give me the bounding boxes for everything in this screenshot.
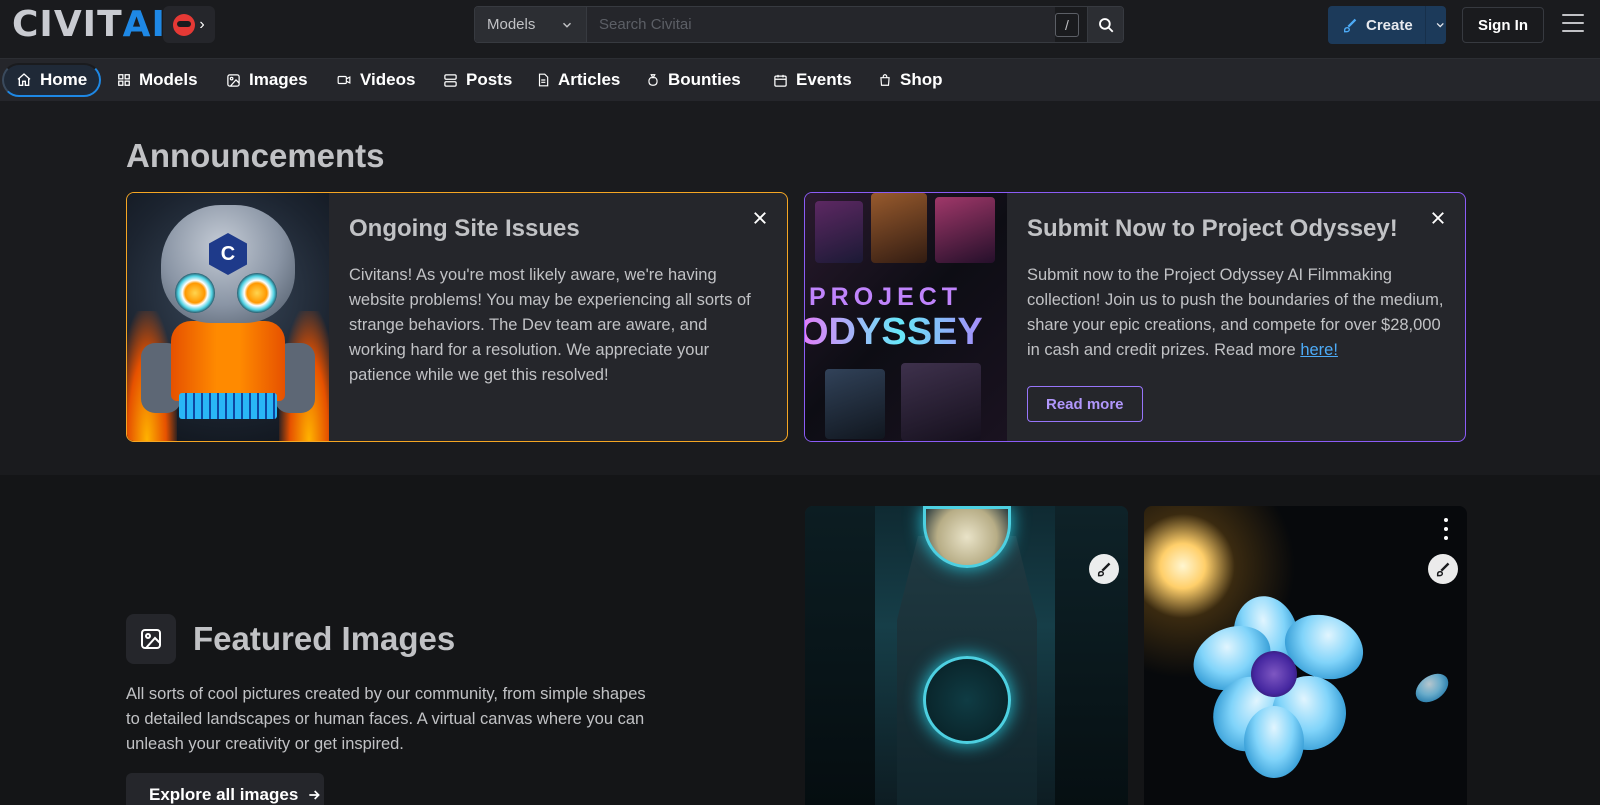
announcements-section: Announcements C Ongoing Site Issues Civi…	[0, 101, 1600, 475]
civitai-logo[interactable]: CIVIT AI	[12, 7, 166, 43]
top-header: CIVITAI › Models / Create Sign In	[0, 0, 1600, 59]
odyssey-text-top: PROJECT	[809, 283, 963, 311]
announcement-body: Civitans! As you're most likely aware, w…	[349, 266, 751, 384]
tab-articles[interactable]: Articles	[524, 63, 632, 97]
more-options-icon[interactable]	[1443, 518, 1449, 540]
featured-icon-box	[126, 614, 176, 664]
tab-label: Shop	[900, 70, 943, 89]
close-icon[interactable]	[1429, 209, 1447, 227]
announcements-title: Announcements	[126, 137, 385, 174]
featured-title: Featured Images	[193, 620, 456, 657]
search-shortcut-hint: /	[1055, 13, 1079, 37]
money-bag-icon	[648, 74, 658, 86]
explore-all-images-button[interactable]: Explore all images	[126, 773, 324, 805]
brush-icon	[1436, 562, 1450, 577]
announcement-card-site-issues: C Ongoing Site Issues Civitans! As you'r…	[126, 192, 788, 442]
create-button[interactable]: Create	[1328, 6, 1446, 44]
tab-videos[interactable]: Videos	[324, 63, 427, 97]
brush-icon	[1343, 18, 1357, 33]
project-odyssey-image: PROJECT ODYSSEY	[805, 193, 1007, 441]
tab-shop[interactable]: Shop	[866, 63, 955, 97]
tab-label: Images	[249, 70, 308, 89]
search-button[interactable]	[1087, 7, 1123, 42]
file-text-icon	[538, 73, 549, 87]
sign-in-button[interactable]: Sign In	[1462, 7, 1544, 43]
here-link[interactable]: here!	[1300, 341, 1338, 359]
chevron-down-icon[interactable]	[1434, 18, 1446, 32]
remix-button[interactable]	[1428, 554, 1458, 584]
image-icon	[141, 629, 161, 649]
announcement-card-project-odyssey: PROJECT ODYSSEY Submit Now to Project Od…	[804, 192, 1466, 442]
create-label: Create	[1365, 16, 1413, 34]
odyssey-text-bottom: ODYSSEY	[805, 311, 983, 354]
user-menu-button[interactable]: ›	[163, 6, 215, 43]
tab-models[interactable]: Models	[105, 63, 210, 97]
tab-label: Bounties	[668, 70, 741, 89]
tab-label: Videos	[360, 70, 416, 89]
featured-description: All sorts of cool pictures created by ou…	[126, 685, 646, 753]
video-icon	[337, 75, 351, 85]
hamburger-menu-icon[interactable]	[1562, 14, 1584, 32]
brush-icon	[1097, 562, 1111, 577]
robot-illustration: C	[127, 193, 329, 441]
search-input[interactable]	[587, 7, 1055, 42]
shopping-bag-icon	[880, 74, 890, 86]
chevron-down-icon	[562, 22, 572, 28]
tab-bounties[interactable]: Bounties	[634, 63, 753, 97]
avatar	[173, 13, 196, 36]
arrow-right-icon	[309, 790, 321, 800]
tab-images[interactable]: Images	[214, 63, 320, 97]
featured-image-clock-tower[interactable]	[805, 506, 1128, 805]
search-icon	[1098, 17, 1113, 32]
search-category-select[interactable]: Models	[475, 7, 587, 42]
image-icon	[227, 73, 240, 87]
tab-posts[interactable]: Posts	[431, 63, 524, 97]
tab-events[interactable]: Events	[761, 63, 864, 97]
chevron-right-icon: ›	[199, 15, 205, 33]
tab-home[interactable]: Home	[2, 63, 102, 97]
announcement-title: Ongoing Site Issues	[349, 215, 580, 242]
tab-label: Posts	[466, 70, 513, 89]
home-icon	[17, 73, 31, 86]
calendar-icon	[774, 74, 787, 87]
announcement-title: Submit Now to Project Odyssey!	[1027, 215, 1398, 242]
announcement-body: Submit now to the Project Odyssey AI Fil…	[1027, 266, 1444, 359]
search-bar: Models /	[474, 6, 1124, 43]
grid-icon	[118, 74, 130, 86]
featured-image-blue-flower[interactable]	[1144, 506, 1467, 805]
tab-label: Models	[139, 70, 198, 89]
explore-label: Explore all images	[149, 785, 299, 804]
close-icon[interactable]	[751, 209, 769, 227]
tab-label: Articles	[558, 70, 621, 89]
tab-label: Home	[40, 70, 88, 89]
main-nav: Home Models Images Videos Posts Articles…	[0, 59, 1600, 101]
remix-button[interactable]	[1089, 554, 1119, 584]
read-more-button[interactable]: Read more	[1027, 386, 1143, 422]
featured-images-section: Featured Images All sorts of cool pictur…	[0, 475, 1600, 805]
layers-icon	[444, 73, 457, 87]
search-category-label: Models	[487, 16, 536, 33]
tab-label: Events	[796, 70, 852, 89]
